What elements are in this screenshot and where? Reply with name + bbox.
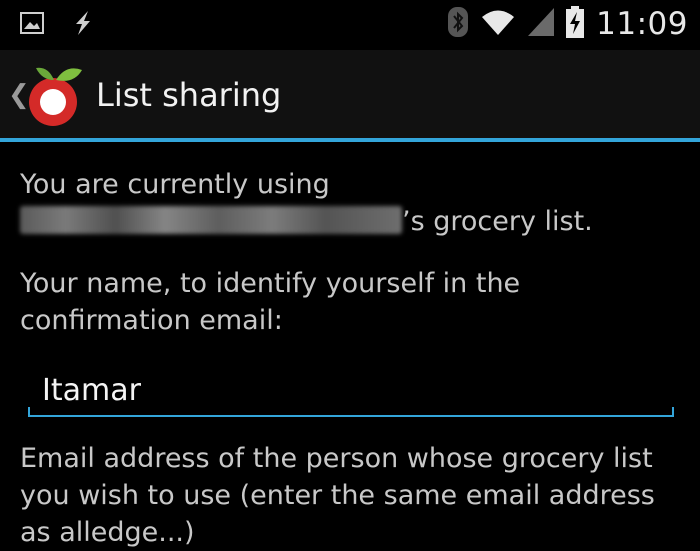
- flash-icon: [70, 10, 96, 40]
- name-input[interactable]: [28, 364, 688, 416]
- page-title: List sharing: [96, 76, 282, 114]
- current-list-prefix: You are currently using: [20, 169, 330, 200]
- app-logo[interactable]: [26, 62, 86, 128]
- action-bar: ❮ List sharing: [0, 50, 700, 142]
- status-bar: 11:09: [0, 0, 700, 50]
- email-label: Email address of the person whose grocer…: [20, 443, 655, 548]
- name-input-underline: [28, 407, 674, 417]
- image-icon: [20, 12, 44, 38]
- current-list-info: You are currently using ’s grocery list.: [20, 166, 593, 240]
- wifi-icon: [480, 8, 516, 40]
- blurred-email: [20, 206, 402, 234]
- status-clock: 11:09: [596, 6, 688, 42]
- current-list-suffix: ’s grocery list.: [402, 206, 593, 237]
- name-label: Your name, to identify yourself in the c…: [20, 268, 521, 336]
- signal-icon: [528, 8, 555, 40]
- battery-charging-icon: [566, 6, 585, 42]
- bluetooth-icon: [448, 7, 469, 41]
